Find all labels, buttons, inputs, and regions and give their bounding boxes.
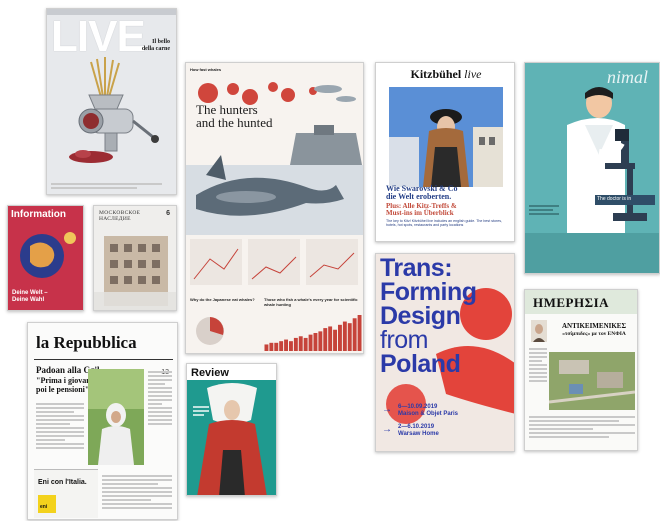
live-tagline: Il bello della carne	[141, 39, 170, 52]
bar-19	[357, 315, 362, 351]
animal-caption: The doctor is in	[597, 196, 632, 202]
bar-12	[323, 328, 328, 351]
meat-grinder-illustration	[69, 57, 159, 163]
bar-11	[318, 331, 323, 351]
cover-information[interactable]: Information Deine Welt – Deine Wahl	[7, 205, 84, 311]
imerisia-masthead: ΗΜΕΡΗΣΙΑ	[533, 295, 610, 310]
trans-event2: 2—6.10.2019 Warsaw Home	[398, 424, 439, 437]
bar-0	[264, 344, 269, 351]
infographic-mid-charts	[190, 239, 358, 285]
repubblica-masthead: la Repubblica	[36, 333, 137, 352]
imerisia-left-column	[529, 346, 547, 384]
cover-repubblica[interactable]: la Repubblica 13 Padoan alla Cgil "Prima…	[27, 322, 178, 520]
repubblica-photo	[88, 369, 144, 465]
whale-ship-illustration	[186, 125, 363, 235]
bar-7	[298, 336, 303, 351]
review-side-text	[193, 404, 209, 418]
review-masthead: Review	[191, 367, 229, 379]
bar-13	[328, 326, 333, 351]
repubblica-rule	[34, 359, 173, 360]
information-masthead: Information	[11, 209, 66, 220]
cover-kitzbuhel[interactable]: Kitzbühel live Wie Swarovski & Co die We…	[375, 62, 515, 242]
imerisia-aerial-photo	[549, 352, 635, 410]
bar-6	[293, 337, 298, 351]
bar-3	[279, 341, 284, 351]
bar-8	[303, 337, 308, 351]
moskovskoe-masthead: МОСКОВСКОЕ НАСЛЕДИЕ	[99, 210, 141, 222]
handmaid-illustration	[187, 380, 276, 495]
animal-sidebar-text	[529, 203, 559, 217]
bar-18	[352, 318, 357, 351]
bar-14	[333, 329, 337, 351]
cover-moskovskoe[interactable]: МОСКОВСКОЕ НАСЛЕДИЕ 6	[93, 205, 177, 311]
cover-infographic[interactable]: How fast whales The hunters and the hunt…	[185, 62, 364, 354]
imerisia-portrait	[531, 320, 547, 342]
imerisia-headline: ΑΝΤΙΚΕΙΜΕΝΙΚΕΣ «τσίμπιδες» με τον ΕΝΦΙΑ	[561, 322, 627, 337]
live-footer-text	[51, 181, 174, 191]
bar-4	[284, 339, 288, 351]
globe-icon	[20, 232, 76, 278]
repubblica-bottom-columns	[102, 473, 172, 511]
trans-arrow-icon-2: →	[382, 424, 392, 435]
cover-animal[interactable]: nimal The doctor is in	[524, 62, 660, 274]
kitzbuhel-photo	[389, 87, 503, 187]
trans-arrow-icon: →	[382, 404, 392, 415]
building-illustration	[94, 236, 176, 310]
imerisia-bottom-text	[529, 414, 635, 440]
bar-17	[347, 323, 352, 351]
trans-event1: 6—10.09.2019 Maison & Objet Paris	[398, 404, 459, 417]
repubblica-columns-left	[36, 401, 84, 451]
trans-title: Trans: Forming Design from Poland	[380, 254, 477, 378]
bar-2	[274, 342, 279, 351]
moskovskoe-issue: 6	[166, 210, 170, 217]
kitzbuhel-plus: Plus: Alle Kitz-Treffs & Must-ins im Übe…	[386, 202, 457, 217]
cover-imerisia[interactable]: ΗΜΕΡΗΣΙΑ ΑΝΤΙΚΕΙΜΕΝΙΚΕΣ «τσίμπιδες» με τ…	[524, 289, 638, 451]
bar-9	[308, 334, 313, 351]
kitzbuhel-body: The key to Kitz! Kitzbühel live includes…	[386, 219, 502, 227]
infographic-bottom-right-title: Those who fish a whale's every year for …	[264, 297, 358, 307]
information-footer: Deine Welt – Deine Wahl	[12, 290, 48, 303]
eni-logo-text: eni	[40, 504, 48, 510]
bar-10	[313, 333, 318, 351]
infographic-bottom-left-title: Why do the Japanese eat whales?	[190, 297, 255, 302]
repubblica-columns-right	[148, 369, 172, 427]
kitzbuhel-masthead: Kitzbühel live	[410, 67, 482, 81]
cover-review[interactable]: Review	[186, 363, 277, 496]
repubblica-ad-text: Eni con l'Italia.	[38, 479, 87, 486]
bar-15	[338, 324, 342, 351]
cover-live[interactable]: LIVE Il bello della carne	[46, 8, 177, 195]
repubblica-subheadline: "Prima i giovani poi le pensioni"	[36, 376, 93, 394]
scientist-microscope-illustration	[525, 87, 659, 273]
bar-16	[342, 321, 347, 351]
cover-trans[interactable]: Trans: Forming Design from Poland → 6—10…	[375, 253, 515, 452]
infographic-pie	[196, 317, 224, 345]
bar-1	[269, 342, 274, 351]
infographic-bar-chart	[264, 315, 362, 351]
live-masthead: LIVE	[51, 12, 146, 61]
infographic-header: How fast whales	[190, 67, 222, 72]
bar-5	[289, 341, 293, 351]
kitzbuhel-headline: Wie Swarovski & Co die Welt eroberten.	[386, 184, 458, 201]
